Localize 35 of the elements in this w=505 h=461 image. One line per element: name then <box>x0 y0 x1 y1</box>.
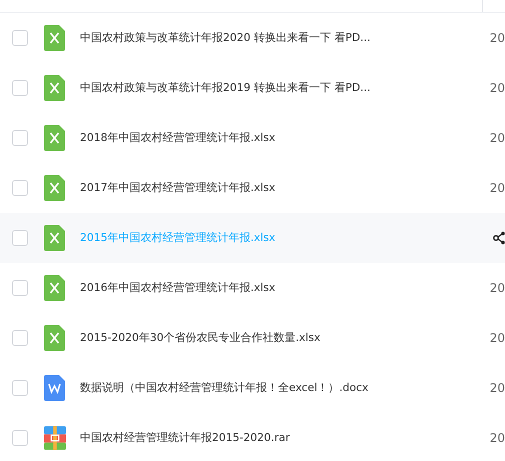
checkbox[interactable] <box>12 230 28 246</box>
checkbox[interactable] <box>12 380 28 396</box>
spreadsheet-file-icon <box>44 225 65 251</box>
file-name[interactable]: 中国农村政策与改革统计年报2020 转换出来看一下 看PD... <box>80 31 480 45</box>
modified-date: 20 <box>490 181 505 195</box>
spreadsheet-file-icon <box>44 175 65 201</box>
file-name[interactable]: 数据说明（中国农村经营管理统计年报！全excel！）.docx <box>80 381 480 395</box>
checkbox[interactable] <box>12 430 28 446</box>
modified-date: 20 <box>490 431 505 445</box>
modified-date: 20 <box>490 31 505 45</box>
file-name[interactable]: 2015-2020年30个省份农民专业合作社数量.xlsx <box>80 331 480 345</box>
share-icon[interactable] <box>493 231 505 245</box>
spreadsheet-file-icon <box>44 25 65 51</box>
checkbox[interactable] <box>12 280 28 296</box>
spreadsheet-file-icon <box>44 275 65 301</box>
file-name[interactable]: 2016年中国农村经营管理统计年报.xlsx <box>80 281 480 295</box>
checkbox[interactable] <box>12 80 28 96</box>
modified-date: 20 <box>490 131 505 145</box>
checkbox[interactable] <box>12 330 28 346</box>
document-file-icon <box>44 375 65 401</box>
spreadsheet-file-icon <box>44 125 65 151</box>
checkbox[interactable] <box>12 30 28 46</box>
modified-date: 20 <box>490 281 505 295</box>
file-name[interactable]: 2017年中国农村经营管理统计年报.xlsx <box>80 181 480 195</box>
checkbox[interactable] <box>12 130 28 146</box>
spreadsheet-file-icon <box>44 325 65 351</box>
file-name[interactable]: 中国农村经营管理统计年报2015-2020.rar <box>80 431 480 445</box>
file-name[interactable]: 中国农村政策与改革统计年报2019 转换出来看一下 看PD... <box>80 81 480 95</box>
file-name[interactable]: 2018年中国农村经营管理统计年报.xlsx <box>80 131 480 145</box>
modified-date: 20 <box>490 81 505 95</box>
checkbox[interactable] <box>12 180 28 196</box>
spreadsheet-file-icon <box>44 75 65 101</box>
archive-file-icon <box>44 425 66 451</box>
modified-date: 20 <box>490 331 505 345</box>
modified-date: 20 <box>490 381 505 395</box>
